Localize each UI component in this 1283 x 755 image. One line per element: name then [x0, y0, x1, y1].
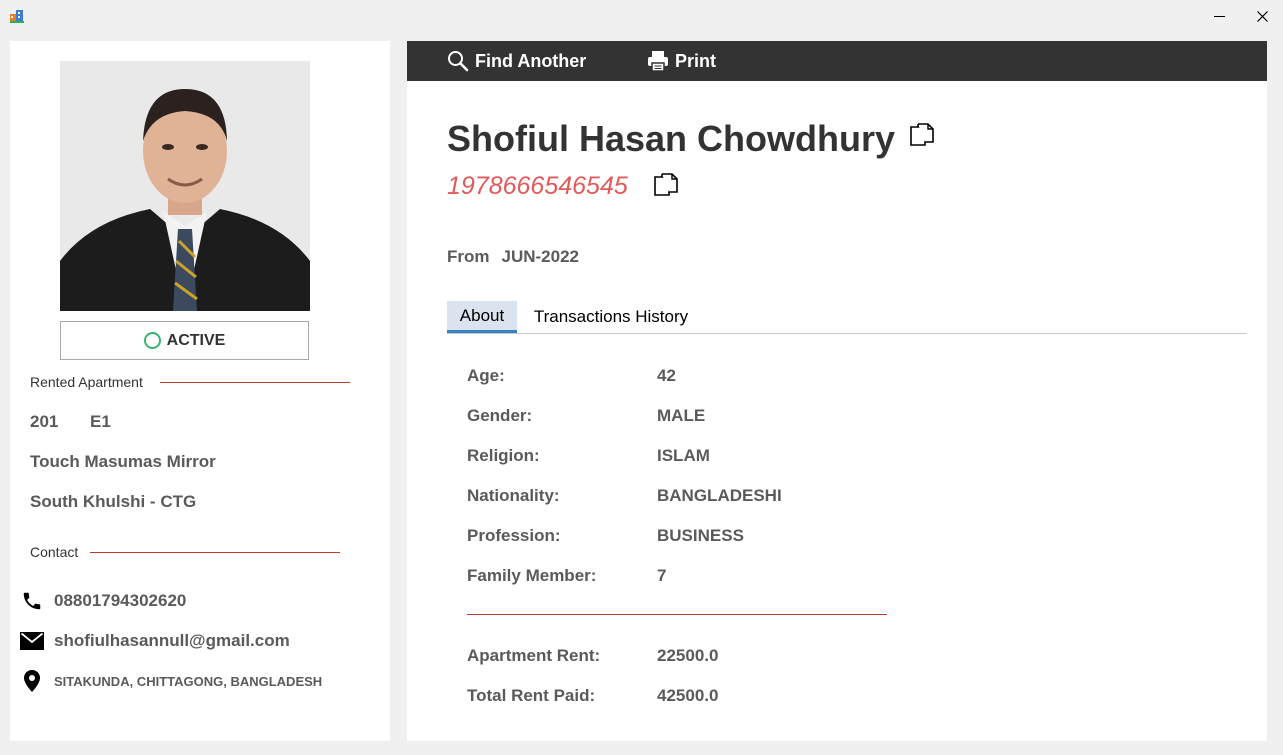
find-another-label: Find Another — [475, 50, 587, 71]
copy-id-icon[interactable] — [653, 173, 679, 199]
minimize-button[interactable] — [1197, 0, 1241, 32]
postal-address: SITAKUNDA, CHITTAGONG, BANGLADESH — [54, 673, 323, 689]
tab-transactions-history[interactable]: Transactions History — [521, 301, 701, 332]
minimize-icon — [1213, 15, 1225, 17]
tenant-summary-panel: ACTIVE Rented Apartment 201 E1 Touch Mas… — [10, 41, 390, 741]
profession-label: Profession: — [467, 526, 561, 545]
rented-apartment-label: Rented Apartment — [30, 374, 143, 390]
rent-divider — [467, 614, 887, 615]
find-another-button[interactable]: Find Another — [447, 41, 586, 81]
tenant-name: Shofiul Hasan Chowdhury — [447, 118, 896, 159]
search-icon — [448, 51, 469, 72]
contact-label: Contact — [30, 544, 79, 560]
envelope-icon — [20, 629, 44, 653]
phone-icon — [20, 589, 44, 613]
section-divider — [160, 382, 350, 383]
gender-label: Gender: — [467, 406, 533, 425]
contact-address: SITAKUNDA, CHITTAGONG, BANGLADESH — [20, 669, 322, 693]
religion-value: ISLAM — [657, 446, 710, 465]
printer-icon — [648, 51, 668, 72]
print-label: Print — [675, 50, 717, 71]
building-name: Touch Masumas Mirror — [30, 452, 216, 471]
building-area: South Khulshi - CTG — [30, 492, 197, 511]
apartment-number: 201 — [30, 412, 59, 431]
section-divider — [90, 552, 340, 553]
print-button[interactable]: Print — [647, 41, 716, 81]
close-icon — [1256, 10, 1268, 22]
apartment-rent-label: Apartment Rent: — [467, 646, 601, 665]
apartment-block: E1 — [90, 412, 111, 431]
age-value: 42 — [657, 366, 676, 385]
location-pin-icon — [20, 669, 44, 693]
from-label: From — [447, 247, 490, 266]
tenancy-start: From JUN-2022 — [447, 247, 579, 267]
contact-phone: 08801794302620 — [20, 589, 186, 613]
tab-about[interactable]: About — [447, 301, 517, 333]
family-member-value: 7 — [657, 566, 667, 585]
active-circle-icon — [143, 332, 161, 349]
status-label: ACTIVE — [166, 331, 226, 349]
tenant-photo — [60, 61, 310, 311]
apartment-rent-value: 22500.0 — [657, 646, 719, 665]
family-member-label: Family Member: — [467, 566, 597, 585]
email-address: shofiulhasannull@gmail.com — [54, 631, 290, 650]
phone-number: 08801794302620 — [54, 591, 187, 610]
close-button[interactable] — [1240, 0, 1283, 32]
app-icon — [10, 10, 24, 23]
tenant-detail-panel: Find Another Print Shofiul Hasan Chowdhu… — [407, 41, 1267, 741]
national-id-number: 1978666546545 — [447, 172, 628, 200]
nationality-value: BANGLADESHI — [657, 486, 782, 505]
from-date: JUN-2022 — [501, 247, 580, 266]
title-bar — [0, 0, 1283, 32]
copy-name-icon[interactable] — [909, 123, 935, 149]
religion-label: Religion: — [467, 446, 540, 465]
status-badge: ACTIVE — [60, 321, 309, 360]
gender-value: MALE — [657, 406, 706, 425]
nationality-label: Nationality: — [467, 486, 560, 505]
toolbar: Find Another Print — [407, 41, 1267, 81]
contact-email: shofiulhasannull@gmail.com — [20, 629, 290, 653]
age-label: Age: — [467, 366, 505, 385]
total-rent-paid-value: 42500.0 — [657, 686, 719, 705]
profession-value: BUSINESS — [657, 526, 744, 545]
tab-bar: About Transactions History — [447, 301, 1247, 334]
total-rent-paid-label: Total Rent Paid: — [467, 686, 596, 705]
